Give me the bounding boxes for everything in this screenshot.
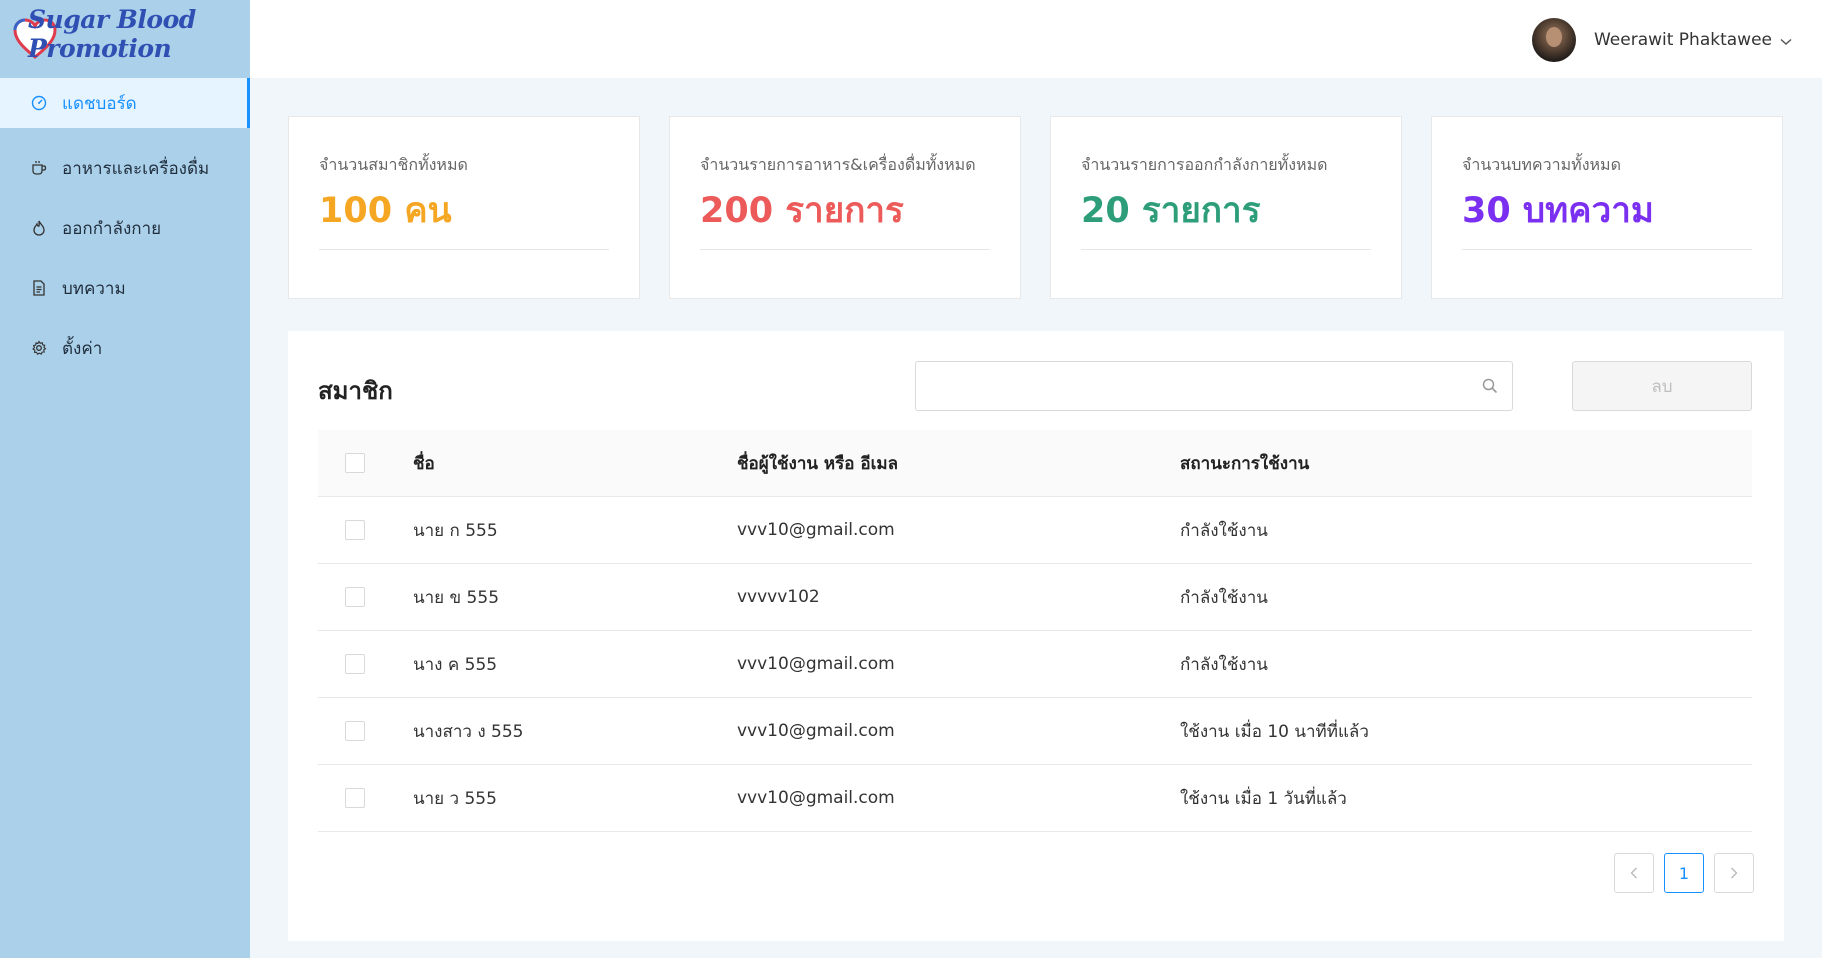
user-menu[interactable]: Weerawit Phaktawee [1531, 18, 1792, 62]
sidebar: Sugar Blood Promotion แดชบอร์ด อาหารและเ… [0, 0, 250, 958]
stat-label: จำนวนรายการอาหาร&เครื่องดื่มทั้งหมด [700, 155, 976, 174]
member-username: vvv10@gmail.com [737, 520, 895, 540]
divider [700, 249, 990, 250]
table-header: ชื่อ ชื่อผู้ใช้งาน หรือ อีเมล สถานะการใช… [318, 430, 1752, 497]
member-username: vvv10@gmail.com [737, 721, 895, 741]
document-icon [30, 279, 48, 297]
stat-card-exercise: จำนวนรายการออกกำลังกายทั้งหมด 20 รายการ [1050, 116, 1402, 299]
table-row[interactable]: นาย ข 555 vvvvv102 กำลังใช้งาน [318, 564, 1752, 631]
divider [319, 249, 609, 250]
row-checkbox[interactable] [345, 788, 365, 808]
sidebar-item-articles[interactable]: บทความ [0, 258, 250, 318]
chevron-right-icon [1731, 867, 1738, 879]
select-all-checkbox[interactable] [345, 453, 365, 473]
sidebar-item-label: แดชบอร์ด [62, 93, 137, 114]
row-checkbox[interactable] [345, 520, 365, 540]
member-username: vvvvv102 [737, 587, 820, 607]
pagination: 1 [1614, 853, 1754, 893]
member-status: กำลังใช้งาน [1180, 520, 1268, 541]
delete-button[interactable]: ลบ [1572, 361, 1752, 411]
prev-page-button[interactable] [1614, 853, 1654, 893]
divider [1081, 249, 1371, 250]
column-header-status[interactable]: สถานะการใช้งาน [1180, 450, 1309, 477]
table-row[interactable]: นาง ค 555 vvv10@gmail.com กำลังใช้งาน [318, 631, 1752, 698]
stat-label: จำนวนรายการออกกำลังกายทั้งหมด [1081, 155, 1328, 174]
stat-label: จำนวนบทความทั้งหมด [1462, 155, 1621, 174]
member-username: vvv10@gmail.com [737, 788, 895, 808]
search-input[interactable] [916, 362, 1512, 410]
row-checkbox[interactable] [345, 587, 365, 607]
sidebar-item-dashboard[interactable]: แดชบอร์ด [0, 78, 250, 128]
user-name: Weerawit Phaktawee [1593, 30, 1772, 50]
stats-cards: จำนวนสมาชิกทั้งหมด 100 คน จำนวนรายการอาห… [288, 116, 1784, 301]
members-panel: สมาชิก ลบ ชื่อ ชื่อผู้ใช้งาน หรือ อีเมล … [288, 331, 1784, 941]
stat-card-articles: จำนวนบทความทั้งหมด 30 บทความ [1431, 116, 1783, 299]
member-username: vvv10@gmail.com [737, 654, 895, 674]
member-status: กำลังใช้งาน [1180, 587, 1268, 608]
stat-card-members: จำนวนสมาชิกทั้งหมด 100 คน [288, 116, 640, 299]
sidebar-item-label: ตั้งค่า [62, 338, 103, 359]
stat-card-food: จำนวนรายการอาหาร&เครื่องดื่มทั้งหมด 200 … [669, 116, 1021, 299]
members-table: ชื่อ ชื่อผู้ใช้งาน หรือ อีเมล สถานะการใช… [318, 430, 1752, 832]
cup-icon [30, 159, 48, 177]
search-icon[interactable] [1482, 378, 1498, 398]
table-row[interactable]: นาย ว 555 vvv10@gmail.com ใช้งาน เมื่อ 1… [318, 765, 1752, 832]
column-header-name[interactable]: ชื่อ [413, 450, 435, 477]
divider [1462, 249, 1752, 250]
row-checkbox[interactable] [345, 654, 365, 674]
next-page-button[interactable] [1714, 853, 1754, 893]
member-status: ใช้งาน เมื่อ 1 วันที่แล้ว [1180, 788, 1347, 809]
member-status: ใช้งาน เมื่อ 10 นาทีที่แล้ว [1180, 721, 1369, 742]
logo-text: Sugar Blood Promotion [28, 5, 196, 63]
sidebar-menu: แดชบอร์ด อาหารและเครื่องดื่ม ออกกำลังกาย… [0, 78, 250, 378]
member-name: นาย ก 555 [413, 520, 498, 541]
page-button[interactable]: 1 [1664, 853, 1704, 893]
search-box [915, 361, 1513, 411]
sidebar-item-settings[interactable]: ตั้งค่า [0, 318, 250, 378]
dashboard-icon [30, 94, 48, 112]
stat-value: 20 รายการ [1081, 191, 1261, 231]
sidebar-item-food-drink[interactable]: อาหารและเครื่องดื่ม [0, 138, 250, 198]
column-header-username[interactable]: ชื่อผู้ใช้งาน หรือ อีเมล [737, 450, 898, 477]
table-row[interactable]: นาย ก 555 vvv10@gmail.com กำลังใช้งาน [318, 497, 1752, 564]
logo[interactable]: Sugar Blood Promotion [0, 0, 250, 78]
member-name: นางสาว ง 555 [413, 721, 524, 742]
flame-icon [30, 219, 48, 237]
member-name: นาย ว 555 [413, 788, 497, 809]
sidebar-item-label: ออกกำลังกาย [62, 218, 162, 239]
chevron-down-icon [1780, 31, 1792, 50]
stat-value: 30 บทความ [1462, 191, 1654, 231]
stat-value: 100 คน [319, 191, 452, 231]
stat-label: จำนวนสมาชิกทั้งหมด [319, 155, 468, 174]
member-status: กำลังใช้งาน [1180, 654, 1268, 675]
member-name: นาง ค 555 [413, 654, 498, 675]
sidebar-item-label: อาหารและเครื่องดื่ม [62, 158, 210, 179]
table-row[interactable]: นางสาว ง 555 vvv10@gmail.com ใช้งาน เมื่… [318, 698, 1752, 765]
row-checkbox[interactable] [345, 721, 365, 741]
chevron-left-icon [1630, 867, 1637, 879]
sidebar-item-exercise[interactable]: ออกกำลังกาย [0, 198, 250, 258]
top-header: Weerawit Phaktawee [250, 0, 1822, 78]
stat-value: 200 รายการ [700, 191, 904, 231]
gear-icon [30, 339, 48, 357]
members-title: สมาชิก [318, 377, 393, 405]
avatar[interactable] [1531, 18, 1576, 62]
sidebar-item-label: บทความ [62, 278, 126, 299]
member-name: นาย ข 555 [413, 587, 500, 608]
